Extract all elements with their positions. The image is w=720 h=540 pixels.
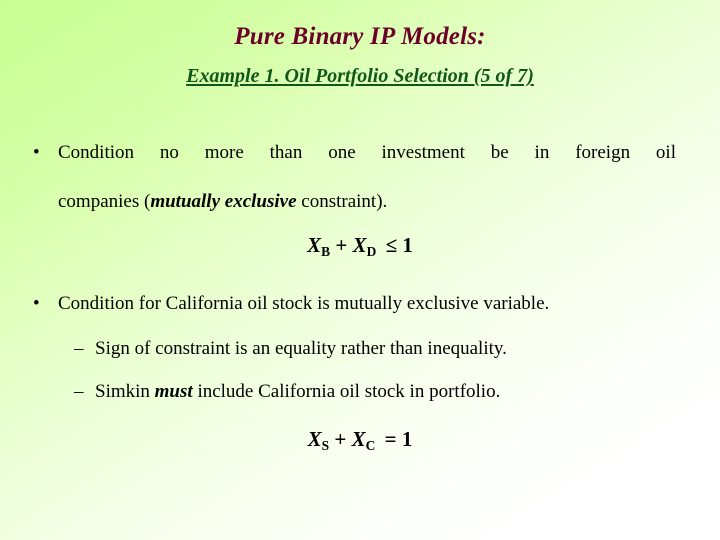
equation-equality-constraint: XS + XC = 1 <box>0 426 720 459</box>
slide-body: • Condition no more than one investment … <box>0 140 720 459</box>
list-item-line-2-prefix: companies ( <box>58 191 151 212</box>
equation2-right-subscript: C <box>365 437 376 453</box>
list-item-line-2: companies (mutually exclusive constraint… <box>58 189 676 214</box>
equation2-value: 1 <box>401 426 413 451</box>
sub-list-item-text-suffix: include California oil stock in portfoli… <box>192 380 501 402</box>
equation2-right-variable: X <box>351 426 366 451</box>
list-item-line-2-suffix: constraint). <box>296 191 388 212</box>
sub-list-item: – Simkin must include California oil sto… <box>0 379 720 404</box>
equation2-plus-operator: + <box>334 426 347 451</box>
equation1-left-subscript: B <box>321 243 331 259</box>
bullet-marker-icon: • <box>33 292 40 314</box>
slide-canvas: Pure Binary IP Models: Example 1. Oil Po… <box>0 0 720 540</box>
emphasis-mutually-exclusive: mutually exclusive <box>150 191 297 212</box>
sub-list-item-text-prefix: Simkin <box>95 380 155 402</box>
sub-list-item-text: Sign of constraint is an equality rather… <box>95 337 507 359</box>
list-item: • Condition no more than one investment … <box>0 140 720 214</box>
title-block: Pure Binary IP Models: Example 1. Oil Po… <box>0 22 720 89</box>
equation1-plus-operator: + <box>335 233 348 257</box>
page-subtitle: Example 1. Oil Portfolio Selection (5 of… <box>186 65 534 87</box>
equation1-value: 1 <box>402 233 413 257</box>
equation1-right-subscript: D <box>366 243 377 259</box>
emphasis-must: must <box>154 380 193 402</box>
list-item-text: Condition for California oil stock is mu… <box>58 292 550 314</box>
bullet-marker-icon: • <box>33 142 40 163</box>
list-item-text: Condition no more than one investment be… <box>58 140 676 214</box>
page-title: Pure Binary IP Models: <box>234 23 486 50</box>
equation-binary-constraint: XB + XD ≤ 1 <box>0 232 720 265</box>
list-item-line-1: Condition no more than one investment be… <box>58 142 676 163</box>
equation2-left-variable: X <box>307 426 322 451</box>
dash-marker-icon: – <box>74 380 84 402</box>
equation2-left-subscript: S <box>321 437 330 453</box>
dash-marker-icon: – <box>74 337 84 359</box>
equation1-relation-operator: ≤ <box>385 233 398 257</box>
list-item: • Condition for California oil stock is … <box>0 291 720 316</box>
sub-list-item-text: Simkin must include California oil stock… <box>95 379 676 404</box>
equation1-right-variable: X <box>352 233 367 257</box>
equation2-relation-operator: = <box>384 426 397 451</box>
equation1-left-variable: X <box>307 233 322 257</box>
sub-list-item: – Sign of constraint is an equality rath… <box>0 336 720 361</box>
